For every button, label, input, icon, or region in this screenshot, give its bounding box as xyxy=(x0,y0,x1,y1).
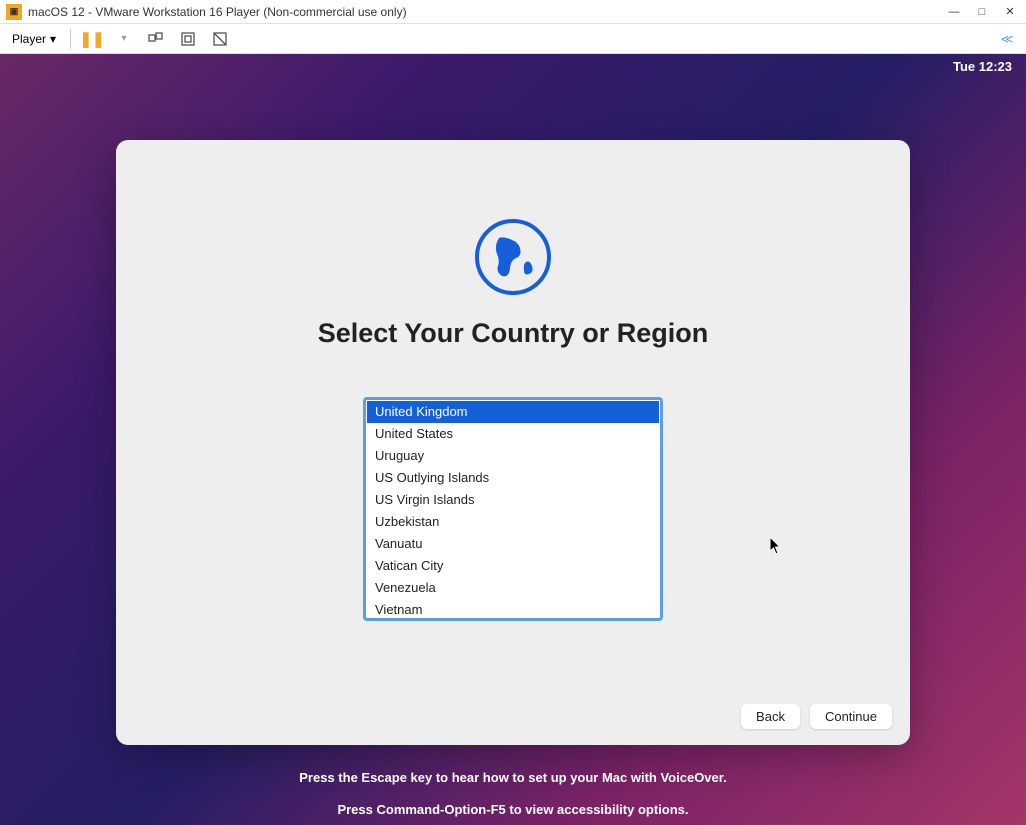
unity-button[interactable] xyxy=(209,28,231,50)
country-item[interactable]: Vanuatu xyxy=(367,533,659,555)
footer-voiceover-hint: Press the Escape key to hear how to set … xyxy=(0,770,1026,785)
footer-accessibility-hint: Press Command-Option-F5 to view accessib… xyxy=(0,802,1026,817)
toolbar-divider xyxy=(70,29,71,49)
virtual-machine-display: Tue 12:23 Select Your Country or Region … xyxy=(0,54,1026,825)
globe-icon xyxy=(474,218,552,296)
pause-button[interactable]: ❚❚ xyxy=(81,28,103,50)
country-item[interactable]: United Kingdom xyxy=(367,401,659,423)
vmware-toolbar: Player ▾ ❚❚ ▾ ≪ xyxy=(0,24,1026,54)
country-item[interactable]: Uzbekistan xyxy=(367,511,659,533)
macos-menubar: Tue 12:23 xyxy=(0,54,1026,78)
country-item[interactable]: US Outlying Islands xyxy=(367,467,659,489)
country-item[interactable]: Uruguay xyxy=(367,445,659,467)
country-item[interactable]: US Virgin Islands xyxy=(367,489,659,511)
back-button[interactable]: Back xyxy=(741,704,800,729)
minimize-button[interactable]: — xyxy=(944,2,964,22)
continue-button[interactable]: Continue xyxy=(810,704,892,729)
player-menu-label: Player xyxy=(12,32,46,46)
country-item[interactable]: Vietnam xyxy=(367,599,659,617)
fullscreen-button[interactable] xyxy=(177,28,199,50)
setup-assistant-window: Select Your Country or Region United Kin… xyxy=(116,140,910,745)
vmware-icon: ▣ xyxy=(6,4,22,20)
window-controls: — □ ✕ xyxy=(944,2,1020,22)
chevron-down-icon: ▾ xyxy=(50,32,56,46)
menubar-clock: Tue 12:23 xyxy=(953,59,1012,74)
country-item[interactable]: Vatican City xyxy=(367,555,659,577)
power-menu-dropdown[interactable]: ▾ xyxy=(113,28,135,50)
setup-title: Select Your Country or Region xyxy=(318,318,709,349)
button-row: Back Continue xyxy=(741,704,892,729)
collapse-toolbar-button[interactable]: ≪ xyxy=(996,28,1018,50)
country-list[interactable]: United KingdomUnited StatesUruguayUS Out… xyxy=(363,397,663,621)
player-menu[interactable]: Player ▾ xyxy=(8,30,60,48)
send-ctrl-alt-del-button[interactable] xyxy=(145,28,167,50)
window-titlebar: ▣ macOS 12 - VMware Workstation 16 Playe… xyxy=(0,0,1026,24)
country-item[interactable]: United States xyxy=(367,423,659,445)
country-item[interactable]: Venezuela xyxy=(367,577,659,599)
maximize-button[interactable]: □ xyxy=(972,2,992,22)
close-button[interactable]: ✕ xyxy=(1000,2,1020,22)
window-title: macOS 12 - VMware Workstation 16 Player … xyxy=(28,5,944,19)
